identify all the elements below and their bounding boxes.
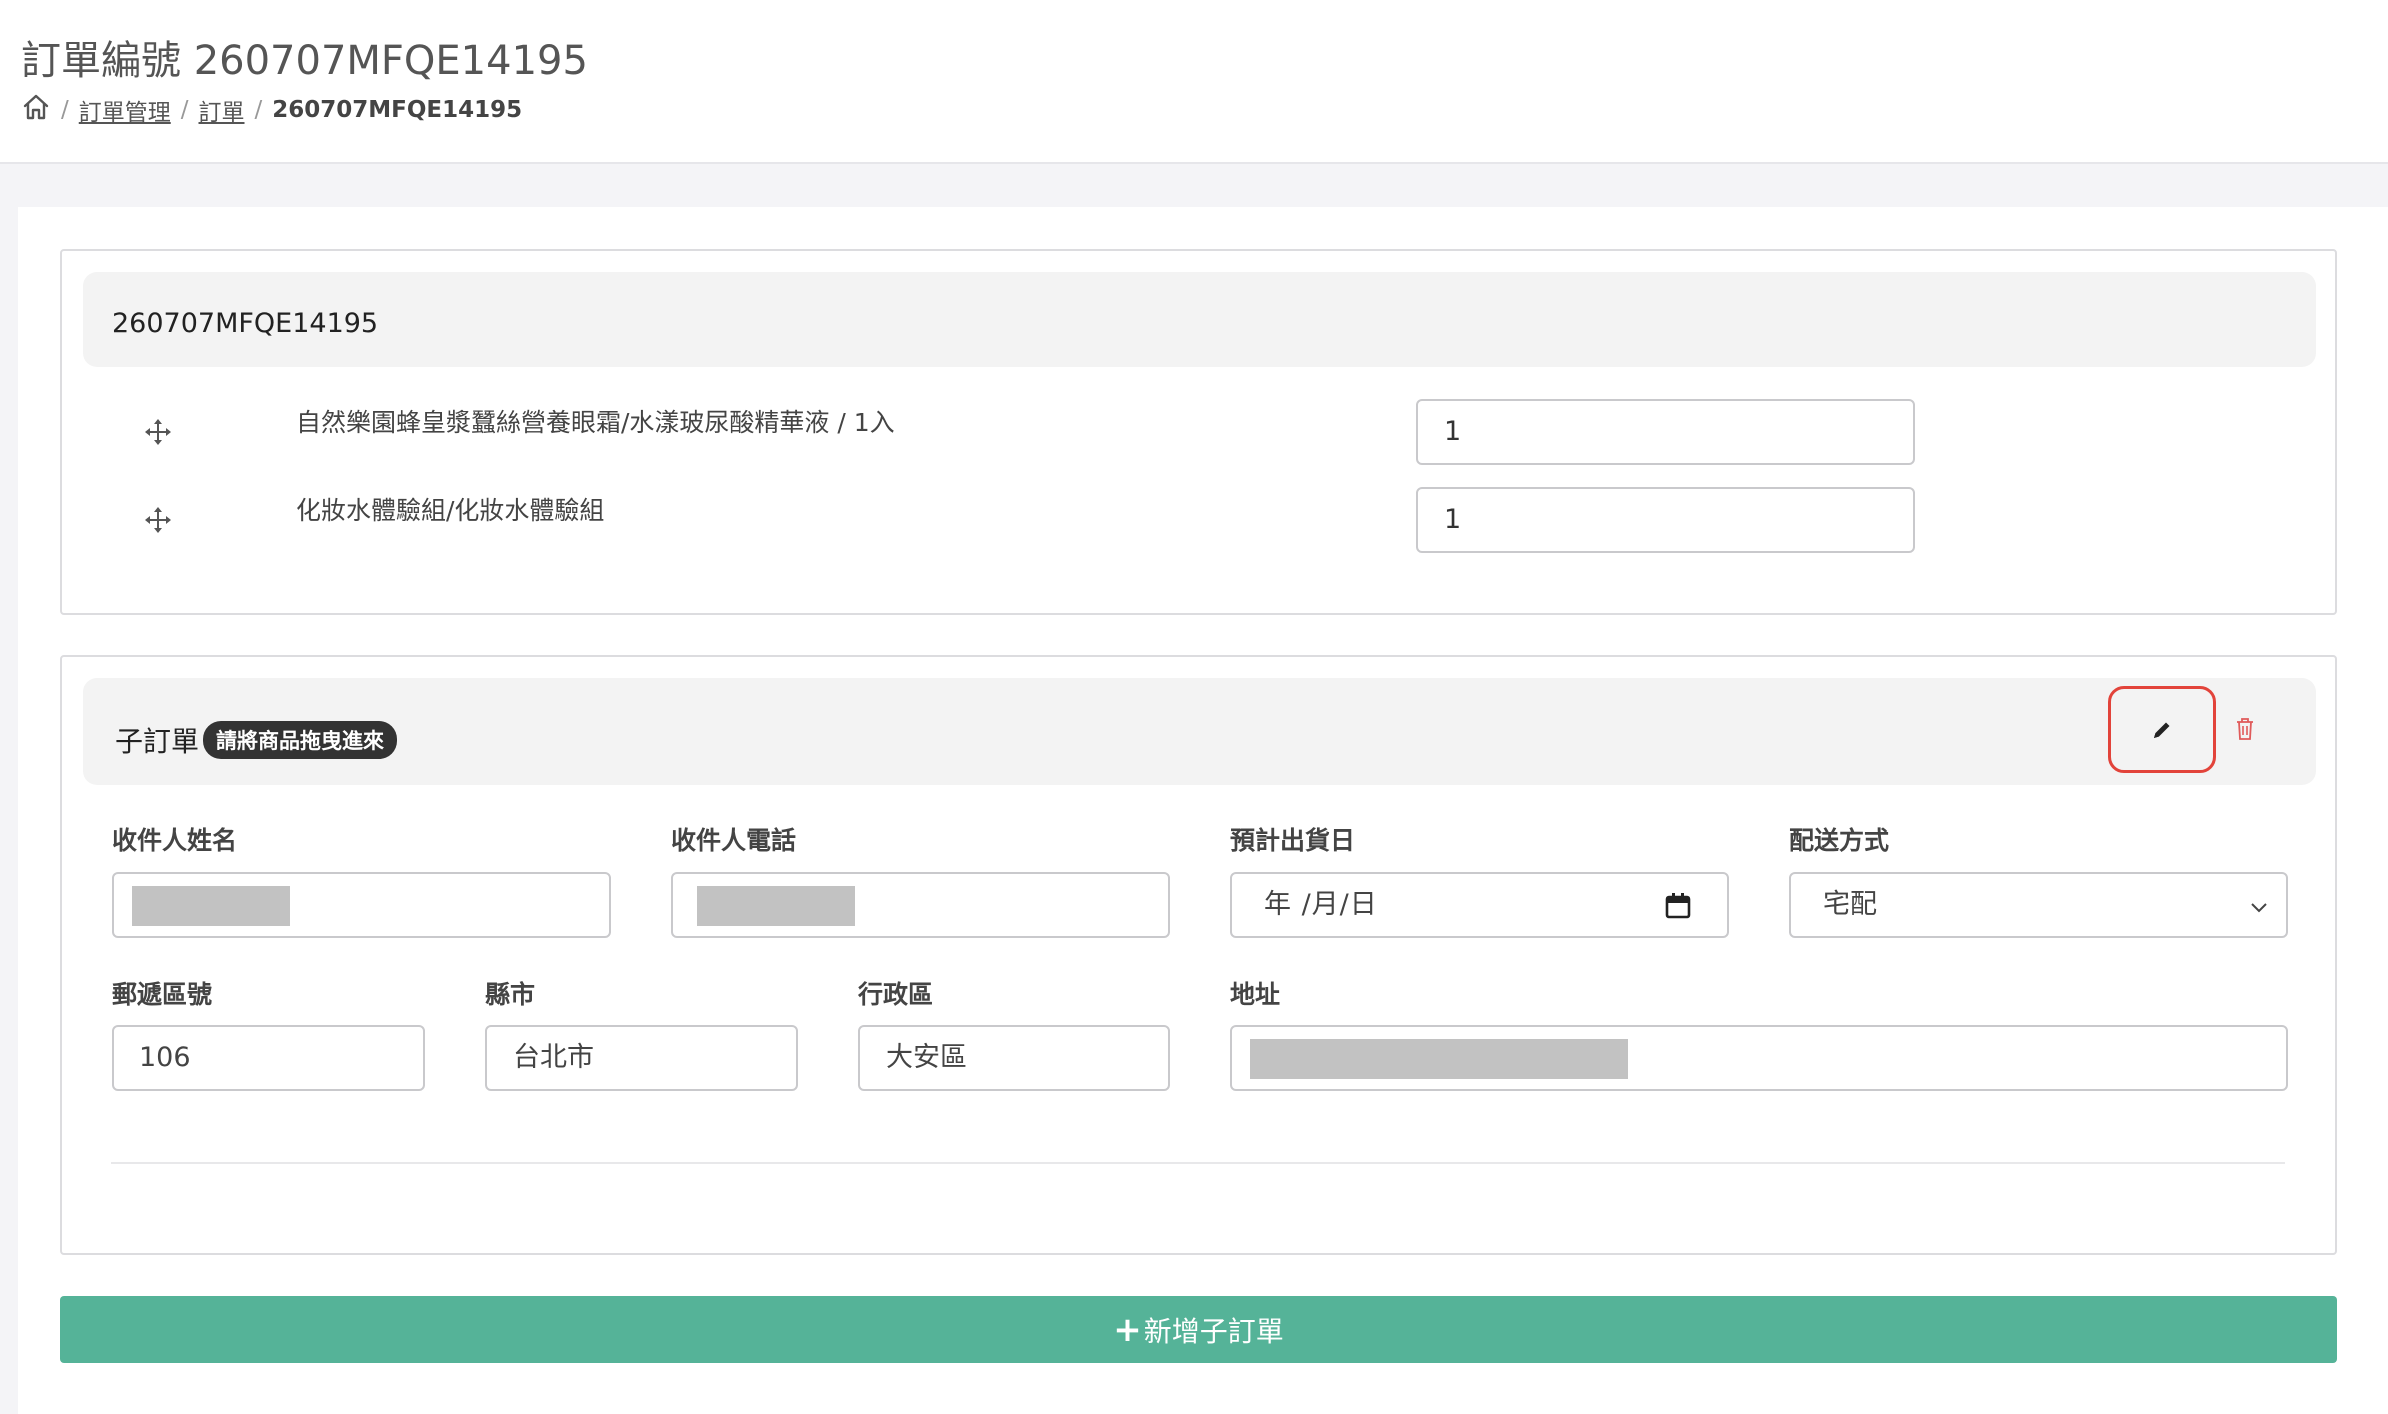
zip-label: 郵遞區號 <box>112 980 213 1009</box>
city-input[interactable]: 台北市 <box>485 1025 798 1091</box>
pencil-icon <box>2154 722 2170 738</box>
recipient-phone-input[interactable] <box>671 872 1170 938</box>
redacted-value <box>697 886 855 926</box>
order-items-header: 260707MFQE14195 <box>83 272 2316 367</box>
breadcrumb: / 訂單管理 / 訂單 / 260707MFQE14195 <box>21 92 522 128</box>
order-id-label: 260707MFQE14195 <box>112 308 379 339</box>
redacted-value <box>132 886 290 926</box>
add-sub-order-button[interactable]: + 新增子訂單 <box>60 1296 2337 1363</box>
breadcrumb-orders[interactable]: 訂單 <box>199 93 245 127</box>
drag-hint-badge: 請將商品拖曳進來 <box>203 721 398 759</box>
district-input[interactable]: 大安區 <box>858 1025 1170 1091</box>
breadcrumb-separator: / <box>180 97 189 123</box>
order-item-row[interactable]: 化妝水體驗組/化妝水體驗組 1 <box>62 487 2332 553</box>
recipient-phone-label: 收件人電話 <box>671 826 797 855</box>
address-input[interactable] <box>1230 1025 2288 1091</box>
breadcrumb-order-management[interactable]: 訂單管理 <box>79 93 171 127</box>
delete-button[interactable] <box>2230 712 2260 746</box>
breadcrumb-separator: / <box>254 97 263 123</box>
move-icon[interactable] <box>142 416 174 448</box>
zip-input[interactable]: 106 <box>112 1025 425 1091</box>
delivery-method-select[interactable]: 宅配 <box>1789 872 2288 938</box>
plus-icon: + <box>1113 1309 1142 1350</box>
order-item-row[interactable]: 自然樂園蜂皇漿蠶絲營養眼霜/水漾玻尿酸精華液 / 1入 1 <box>62 399 2332 465</box>
sub-order-title-text: 子訂單 <box>115 725 200 758</box>
trash-icon <box>2237 718 2253 740</box>
calendar-icon[interactable] <box>1665 892 1691 920</box>
redacted-value <box>1250 1039 1628 1079</box>
sub-order-panel: 子訂單 請將商品拖曳進來 收件人姓名 收件人電話 預計出貨日 配送方式 年 /月… <box>60 655 2337 1255</box>
section-divider <box>111 1162 2285 1164</box>
breadcrumb-current: 260707MFQE14195 <box>272 97 523 123</box>
breadcrumb-separator: / <box>61 97 69 123</box>
add-sub-order-label: 新增子訂單 <box>1143 1314 1284 1348</box>
district-label: 行政區 <box>858 980 934 1009</box>
home-icon[interactable] <box>21 92 51 128</box>
ship-date-input[interactable]: 年 /月/日 <box>1230 872 1729 938</box>
recipient-name-input[interactable] <box>112 872 611 938</box>
order-items-panel: 260707MFQE14195 自然樂園蜂皇漿蠶絲營養眼霜/水漾玻尿酸精華液 /… <box>60 249 2337 615</box>
quantity-input[interactable]: 1 <box>1416 487 1915 553</box>
address-label: 地址 <box>1230 980 1281 1009</box>
page-header: 訂單編號 260707MFQE14195 / 訂單管理 / 訂單 / 26070… <box>0 0 2388 164</box>
page-title: 訂單編號 260707MFQE14195 <box>21 38 588 84</box>
sub-order-header: 子訂單 請將商品拖曳進來 <box>83 678 2316 785</box>
chevron-down-icon <box>2251 903 2267 913</box>
edit-button[interactable] <box>2108 686 2216 773</box>
ship-date-label: 預計出貨日 <box>1230 826 1356 855</box>
move-icon[interactable] <box>142 504 174 536</box>
delivery-method-label: 配送方式 <box>1789 826 1890 855</box>
city-label: 縣市 <box>485 980 536 1009</box>
order-item-name: 化妝水體驗組/化妝水體驗組 <box>296 496 605 525</box>
delivery-method-value: 宅配 <box>1823 889 1877 920</box>
sub-order-title: 子訂單 請將商品拖曳進來 <box>115 720 398 760</box>
ship-date-value: 年 /月/日 <box>1264 889 1378 920</box>
order-item-name: 自然樂園蜂皇漿蠶絲營養眼霜/水漾玻尿酸精華液 / 1入 <box>296 408 895 437</box>
quantity-input[interactable]: 1 <box>1416 399 1915 465</box>
recipient-name-label: 收件人姓名 <box>112 826 238 855</box>
